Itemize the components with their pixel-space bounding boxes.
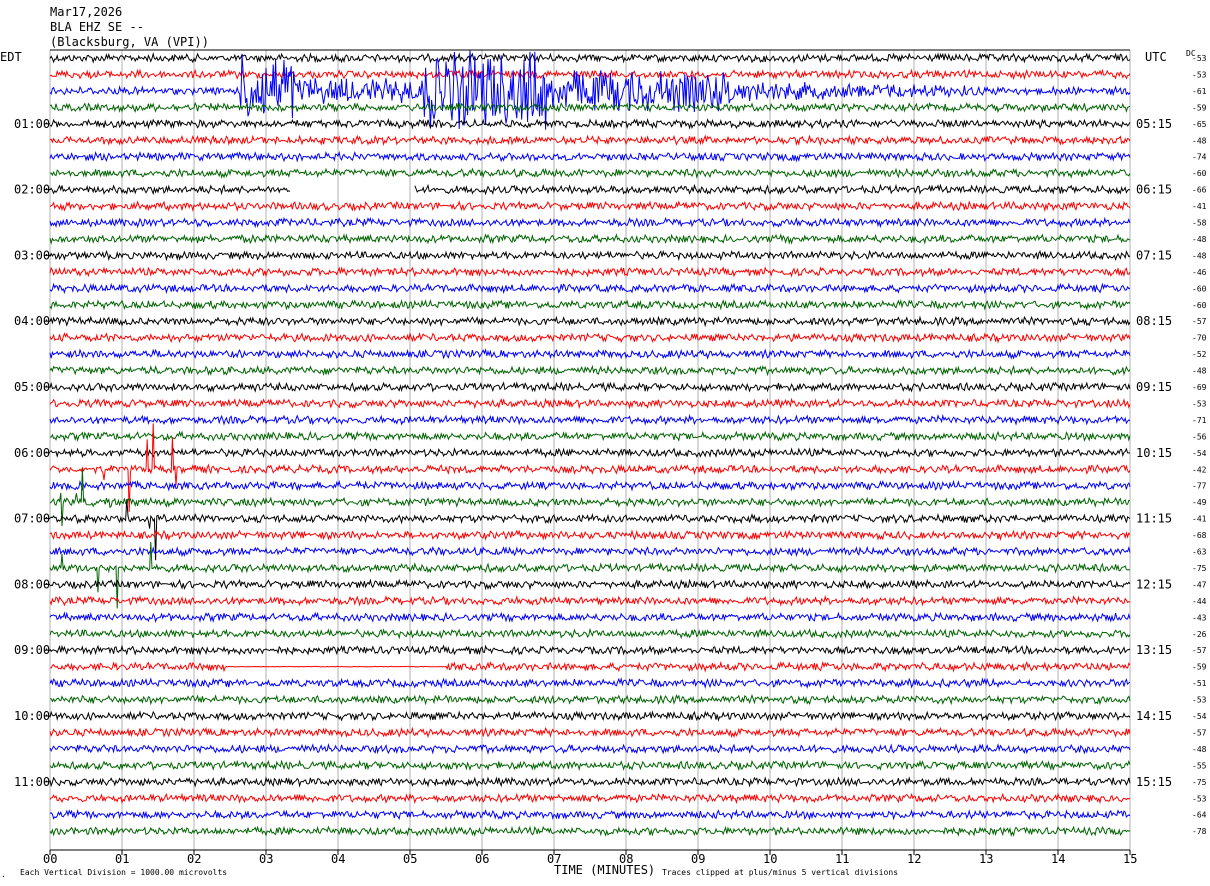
x-tick-label-15: 15 <box>1123 852 1137 866</box>
left-timezone-label: EDT <box>0 50 22 64</box>
dc-offset-label: -53 <box>1192 54 1207 63</box>
right-time-label: 14:15 <box>1136 709 1172 723</box>
dc-offset-label: -52 <box>1192 350 1207 359</box>
dc-offset-label: -53 <box>1192 696 1207 705</box>
dc-offset-label: -26 <box>1192 630 1207 639</box>
dc-offset-label: -68 <box>1192 531 1207 540</box>
header-location: (Blacksburg, VA (VPI)) <box>50 35 209 49</box>
dc-offset-label: -57 <box>1192 317 1207 326</box>
right-time-label: 11:15 <box>1136 512 1172 526</box>
dc-offset-label: -66 <box>1192 186 1207 195</box>
x-tick-label-02: 02 <box>187 852 201 866</box>
dc-offset-label: -55 <box>1192 761 1207 770</box>
x-tick-label-09: 09 <box>691 852 705 866</box>
dc-offset-label: -56 <box>1192 432 1207 441</box>
dc-offset-label: -48 <box>1192 367 1207 376</box>
dc-offset-label: -47 <box>1192 580 1207 589</box>
footer-mark: . <box>1 870 6 879</box>
dc-offset-label: -51 <box>1192 679 1207 688</box>
dc-offset-label: -42 <box>1192 465 1207 474</box>
dc-offset-label: -61 <box>1192 87 1207 96</box>
dc-offset-label: -41 <box>1192 202 1207 211</box>
dc-offset-label: -48 <box>1192 136 1207 145</box>
division-note: Each Vertical Division = 1000.00 microvo… <box>20 868 227 877</box>
x-tick-label-06: 06 <box>475 852 489 866</box>
dc-offset-label: -57 <box>1192 728 1207 737</box>
x-tick-label-01: 01 <box>115 852 129 866</box>
dc-offset-label: -48 <box>1192 235 1207 244</box>
dc-offset-label: -64 <box>1192 811 1207 820</box>
dc-offset-label: -69 <box>1192 383 1207 392</box>
right-time-label: 10:15 <box>1136 446 1172 460</box>
dc-offset-label: -63 <box>1192 548 1207 557</box>
dc-offset-label: -49 <box>1192 498 1207 507</box>
x-tick-label-03: 03 <box>259 852 273 866</box>
x-axis-label: TIME (MINUTES) <box>554 863 655 877</box>
helicorder-chart: Mar17,2026 BLA EHZ SE -- (Blacksburg, VA… <box>0 0 1210 886</box>
dc-offset-label: -54 <box>1192 449 1207 458</box>
dc-offset-label: -43 <box>1192 613 1207 622</box>
dc-offset-label: -77 <box>1192 482 1207 491</box>
dc-offset-label: -53 <box>1192 70 1207 79</box>
dc-offset-label: -65 <box>1192 120 1207 129</box>
clip-note: Traces clipped at plus/minus 5 vertical … <box>662 868 898 877</box>
dc-offset-label: -60 <box>1192 301 1207 310</box>
dc-offset-label: -71 <box>1192 416 1207 425</box>
dc-offset-label: -46 <box>1192 268 1207 277</box>
right-time-label: 06:15 <box>1136 183 1172 197</box>
x-tick-label-05: 05 <box>403 852 417 866</box>
dc-offset-label: -60 <box>1192 169 1207 178</box>
right-time-label: 08:15 <box>1136 314 1172 328</box>
x-tick-label-13: 13 <box>979 852 993 866</box>
right-time-label: 13:15 <box>1136 643 1172 657</box>
x-tick-label-12: 12 <box>907 852 921 866</box>
right-time-label: 07:15 <box>1136 248 1172 262</box>
dc-offset-label: -59 <box>1192 103 1207 112</box>
dc-offset-label: -41 <box>1192 515 1207 524</box>
x-tick-label-11: 11 <box>835 852 849 866</box>
dc-offset-label: -44 <box>1192 597 1207 606</box>
dc-offset-label: -70 <box>1192 334 1207 343</box>
dc-offset-label: -60 <box>1192 284 1207 293</box>
chart-background <box>0 0 1210 886</box>
right-time-label: 05:15 <box>1136 117 1172 131</box>
dc-offset-label: -54 <box>1192 712 1207 721</box>
dc-offset-label: -48 <box>1192 745 1207 754</box>
dc-offset-label: -58 <box>1192 219 1207 228</box>
dc-offset-label: -78 <box>1192 827 1207 836</box>
dc-offset-label: -53 <box>1192 794 1207 803</box>
header-station: BLA EHZ SE -- <box>50 20 144 34</box>
right-time-label: 12:15 <box>1136 577 1172 591</box>
x-tick-label-14: 14 <box>1051 852 1065 866</box>
dc-offset-label: -75 <box>1192 564 1207 573</box>
right-time-label: 09:15 <box>1136 380 1172 394</box>
dc-offset-label: -48 <box>1192 251 1207 260</box>
right-time-label: 15:15 <box>1136 775 1172 789</box>
dc-offset-label: -75 <box>1192 778 1207 787</box>
x-tick-label-10: 10 <box>763 852 777 866</box>
x-tick-label-00: 00 <box>43 852 57 866</box>
right-timezone-label: UTC <box>1145 50 1167 64</box>
dc-offset-label: -53 <box>1192 399 1207 408</box>
dc-offset-label: -57 <box>1192 646 1207 655</box>
dc-offset-label: -74 <box>1192 153 1207 162</box>
dc-offset-label: -59 <box>1192 663 1207 672</box>
x-tick-label-04: 04 <box>331 852 345 866</box>
header-date: Mar17,2026 <box>50 5 122 19</box>
